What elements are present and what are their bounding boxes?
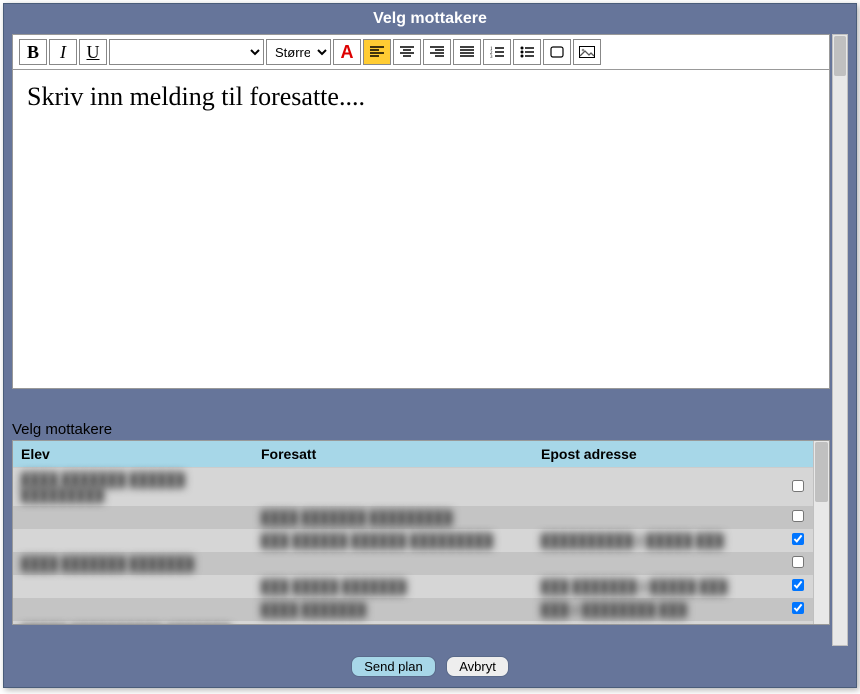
cell-checkbox [783,468,813,507]
font-size-select[interactable]: Større [266,39,331,65]
box-icon [550,46,564,58]
recipient-checkbox[interactable] [792,556,804,568]
table-row[interactable]: █████ ██████████ ███████ [13,621,813,625]
scrollbar-inner[interactable] [813,441,829,624]
column-header-epost[interactable]: Epost adresse [533,441,783,468]
svg-text:3: 3 [490,55,493,58]
cell-foresatt: ███ █████ ███████ [253,575,533,598]
cell-epost [533,468,783,507]
cell-checkbox [783,598,813,621]
recipient-checkbox[interactable] [792,602,804,614]
cell-foresatt [253,621,533,625]
cell-checkbox [783,552,813,575]
ordered-list-icon: 123 [490,46,504,58]
dialog-window: Velg mottakere B I U Større A [3,3,857,688]
unordered-list-icon [520,46,534,58]
cell-elev: ████ ███████ ███████ [13,552,253,575]
cell-checkbox [783,575,813,598]
align-center-button[interactable] [393,39,421,65]
scrollbar-outer[interactable] [832,34,848,646]
recipients-table-panel: Elev Foresatt Epost adresse ████ ███████… [12,440,830,625]
cell-epost: ██████████@█████.███ [533,529,783,552]
column-header-elev[interactable]: Elev [13,441,253,468]
cell-epost [533,506,783,529]
table-row[interactable]: ████ ███████ ███████ [13,552,813,575]
editor-panel: B I U Større A [12,34,830,389]
column-header-foresatt[interactable]: Foresatt [253,441,533,468]
cell-foresatt [253,468,533,507]
recipient-checkbox[interactable] [792,480,804,492]
align-justify-icon [460,46,474,58]
align-left-icon [370,46,384,58]
column-header-check [783,441,813,468]
align-right-button[interactable] [423,39,451,65]
align-center-icon [400,46,414,58]
recipients-label: Velg mottakere [12,419,848,440]
recipient-checkbox[interactable] [792,579,804,591]
cell-foresatt: ████ ███████ █████████ [253,506,533,529]
cell-epost: ███.███████@█████.███ [533,575,783,598]
table-row[interactable]: ████ ██████████@████████.███ [13,598,813,621]
bold-button[interactable]: B [19,39,47,65]
recipient-checkbox[interactable] [792,533,804,545]
editor-toolbar: B I U Større A [13,35,829,70]
cell-elev: ████ ███████ ██████ █████████ [13,468,253,507]
underline-button[interactable]: U [79,39,107,65]
cell-foresatt [253,552,533,575]
cell-checkbox [783,529,813,552]
dialog-title: Velg mottakere [4,4,856,34]
editor-textarea[interactable]: Skriv inn melding til foresatte.... [13,70,829,388]
table-row[interactable]: ████ ███████ █████████ [13,506,813,529]
align-justify-button[interactable] [453,39,481,65]
scrollbar-thumb[interactable] [815,442,828,502]
image-icon [579,46,595,58]
font-color-button[interactable]: A [333,39,361,65]
cell-elev [13,598,253,621]
cell-elev [13,506,253,529]
cancel-button[interactable]: Avbryt [446,656,509,677]
table-row[interactable]: ███ █████ ██████████.███████@█████.███ [13,575,813,598]
unordered-list-button[interactable] [513,39,541,65]
table-row[interactable]: ███ ██████ ██████ ███████████████████@██… [13,529,813,552]
insert-image-button[interactable] [573,39,601,65]
cell-elev [13,575,253,598]
align-right-icon [430,46,444,58]
cell-checkbox [783,621,813,625]
cell-foresatt: ████ ███████ [253,598,533,621]
cell-elev: █████ ██████████ ███████ [13,621,253,625]
dialog-content: B I U Større A [4,34,856,646]
cell-epost [533,552,783,575]
cell-epost: ███@████████.███ [533,598,783,621]
dialog-footer: Send plan Avbryt [4,646,856,687]
ordered-list-button[interactable]: 123 [483,39,511,65]
align-left-button[interactable] [363,39,391,65]
send-plan-button[interactable]: Send plan [351,656,436,677]
italic-button[interactable]: I [49,39,77,65]
cell-epost [533,621,783,625]
recipient-checkbox[interactable] [792,510,804,522]
font-family-select[interactable] [109,39,264,65]
recipients-table: Elev Foresatt Epost adresse ████ ███████… [13,441,813,625]
cell-checkbox [783,506,813,529]
scrollbar-thumb[interactable] [834,36,846,76]
table-row[interactable]: ████ ███████ ██████ █████████ [13,468,813,507]
cell-foresatt: ███ ██████ ██████ █████████ [253,529,533,552]
insert-box-button[interactable] [543,39,571,65]
cell-elev [13,529,253,552]
